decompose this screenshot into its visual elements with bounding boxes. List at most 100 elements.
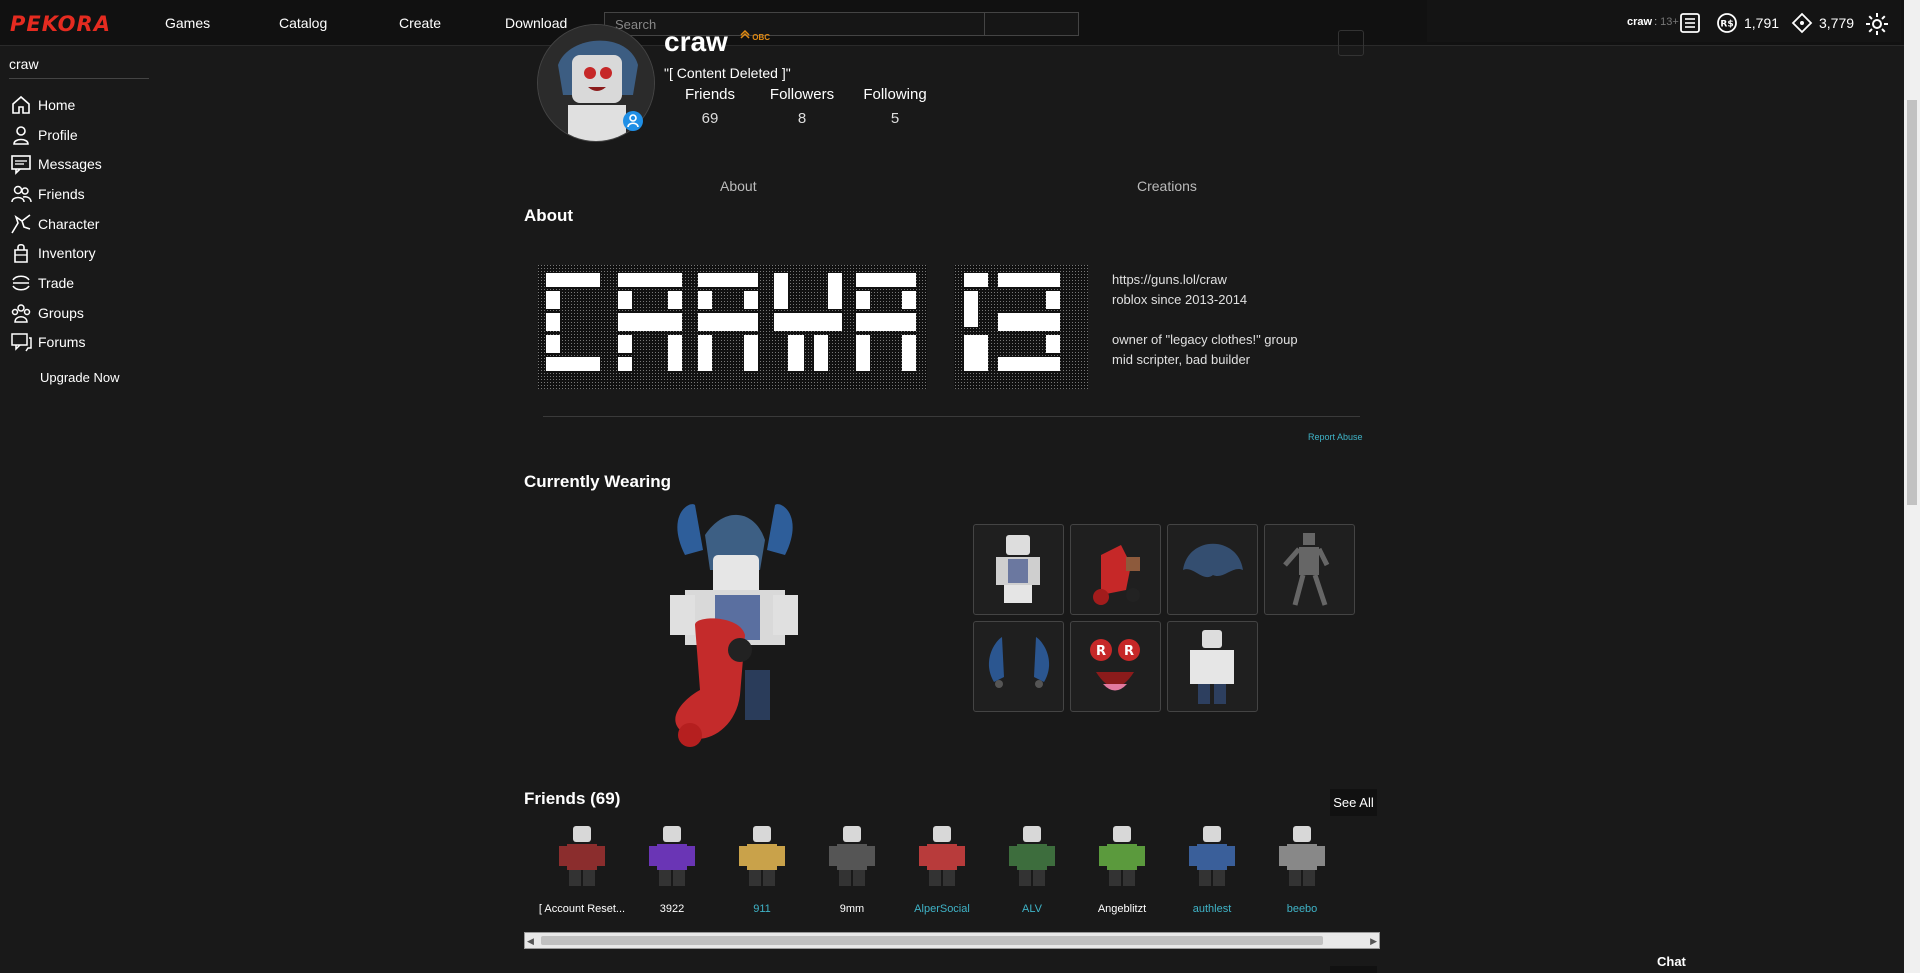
friend-avatar[interactable]	[817, 820, 887, 890]
sidebar-item-inventory[interactable]: Inventory	[10, 242, 96, 264]
svg-text:R$: R$	[1720, 20, 1733, 30]
about-line: roblox since 2013-2014	[1112, 292, 1248, 307]
upgrade-button[interactable]: Upgrade Now	[40, 370, 120, 385]
sidebar-item-label: Friends	[38, 186, 85, 202]
age-label: 13+	[1660, 16, 1679, 28]
next-section-button[interactable]	[1330, 966, 1377, 973]
sidebar-item-trade[interactable]: Trade	[10, 272, 74, 294]
online-status-icon	[622, 110, 644, 137]
friend-card[interactable]: 9mm	[807, 820, 897, 915]
friends-icon	[11, 185, 32, 203]
friend-avatar[interactable]	[997, 820, 1067, 890]
robux-balance[interactable]: R$ 1,791	[1716, 12, 1779, 34]
account-label[interactable]: craw: 13+	[1627, 16, 1679, 28]
friend-card[interactable]: ALV	[987, 820, 1077, 915]
friend-card[interactable]: 3922	[627, 820, 717, 915]
profile-name: craw	[664, 26, 728, 57]
friends-heading: Friends (69)	[524, 789, 621, 808]
scroll-right-icon[interactable]: ▶	[1370, 936, 1377, 947]
nav-download[interactable]: Download	[505, 15, 567, 31]
scroll-left-icon[interactable]: ◀	[527, 936, 534, 947]
page: PEKORA Games Catalog Create Download cra…	[0, 0, 1920, 973]
friend-avatar[interactable]	[1267, 820, 1337, 890]
followers-stat-value[interactable]: 8	[752, 110, 852, 127]
top-navbar: PEKORA Games Catalog Create Download cra…	[0, 0, 1920, 46]
wearing-item-face[interactable]: RR	[1070, 621, 1161, 712]
list-icon[interactable]	[1679, 12, 1701, 39]
scrollbar-thumb[interactable]	[541, 936, 1323, 945]
sidebar-item-label: Profile	[38, 127, 78, 143]
see-all-friends-button[interactable]: See All	[1330, 789, 1377, 816]
friend-avatar[interactable]	[907, 820, 977, 890]
following-stat-value[interactable]: 5	[845, 110, 945, 127]
wearing-item-hair[interactable]	[1167, 524, 1258, 615]
sidebar-item-home[interactable]: Home	[10, 94, 75, 116]
friend-card[interactable]: authlest	[1167, 820, 1257, 915]
friend-card[interactable]: [ Account Reset...	[537, 820, 627, 915]
page-vertical-scrollbar[interactable]	[1904, 0, 1920, 973]
wearing-item-horns[interactable]	[973, 621, 1064, 712]
sidebar-item-forums[interactable]: Forums	[10, 331, 85, 353]
friend-name[interactable]: beebo	[1257, 903, 1347, 915]
tab-about[interactable]: About	[720, 178, 757, 194]
gear-icon[interactable]	[1865, 12, 1889, 41]
friends-stat-value[interactable]: 69	[660, 110, 760, 127]
friend-name[interactable]: 3922	[627, 903, 717, 915]
friend-avatar[interactable]	[637, 820, 707, 890]
tab-creations[interactable]: Creations	[1137, 178, 1197, 194]
about-divider	[543, 416, 1360, 417]
friend-card[interactable]: AlperSocial	[897, 820, 987, 915]
robux-icon: R$	[1717, 13, 1737, 33]
nav-create[interactable]: Create	[399, 15, 441, 31]
friend-avatar[interactable]	[1087, 820, 1157, 890]
friend-card[interactable]: Angeblitzt	[1077, 820, 1167, 915]
nav-catalog[interactable]: Catalog	[279, 15, 327, 31]
friend-card[interactable]: beebo	[1257, 820, 1347, 915]
wearing-item-animation[interactable]	[1264, 524, 1355, 615]
wearing-item-scooter[interactable]	[1070, 524, 1161, 615]
search-input[interactable]	[605, 13, 985, 35]
svg-text:R: R	[1124, 644, 1134, 659]
membership-badge: OBC	[740, 29, 770, 42]
scrollbar-thumb[interactable]	[1907, 100, 1917, 505]
sidebar-item-messages[interactable]: Messages	[10, 153, 102, 175]
sidebar-username[interactable]: craw	[9, 56, 39, 72]
person-icon	[13, 126, 29, 145]
friend-card[interactable]: 911	[717, 820, 807, 915]
friend-avatar[interactable]	[727, 820, 797, 890]
friend-name[interactable]: 9mm	[807, 903, 897, 915]
nav-games[interactable]: Games	[165, 15, 210, 31]
friends-stat-label[interactable]: Friends	[660, 86, 760, 103]
site-logo[interactable]: PEKORA	[10, 12, 111, 36]
tix-balance[interactable]: 3,779	[1791, 12, 1854, 34]
sidebar-item-label: Forums	[38, 334, 86, 350]
friend-avatar[interactable]	[547, 820, 617, 890]
friend-name[interactable]: authlest	[1167, 903, 1257, 915]
friend-avatar[interactable]	[1177, 820, 1247, 890]
tix-amount: 3,779	[1819, 15, 1855, 31]
ascii-art-banner	[538, 265, 1088, 389]
sidebar-item-friends[interactable]: Friends	[10, 183, 85, 205]
wearing-item-pants[interactable]	[1167, 621, 1258, 712]
followers-stat-label[interactable]: Followers	[752, 86, 852, 103]
sidebar-item-groups[interactable]: Groups	[10, 302, 84, 324]
friend-name[interactable]: AlperSocial	[897, 903, 987, 915]
friend-name[interactable]: Angeblitzt	[1077, 903, 1167, 915]
options-button[interactable]	[1338, 30, 1364, 56]
friend-name[interactable]: ALV	[987, 903, 1077, 915]
sidebar-item-profile[interactable]: Profile	[10, 124, 78, 146]
chat-button[interactable]: Chat	[1657, 954, 1686, 969]
report-abuse-link[interactable]: Report Abuse	[1308, 432, 1363, 442]
robux-amount: 1,791	[1744, 15, 1780, 31]
friend-name[interactable]: [ Account Reset...	[537, 903, 627, 915]
profile-status: "[ Content Deleted ]"	[664, 65, 791, 81]
about-description: https://guns.lol/craw roblox since 2013-…	[1112, 270, 1298, 370]
sidebar-item-character[interactable]: Character	[10, 213, 99, 235]
following-stat-label[interactable]: Following	[845, 86, 945, 103]
friend-name[interactable]: 911	[717, 903, 807, 915]
svg-text:R: R	[1096, 644, 1106, 659]
friends-horizontal-scrollbar[interactable]: ◀ ▶	[524, 932, 1380, 949]
wearing-item-shirt[interactable]	[973, 524, 1064, 615]
sidebar-item-label: Groups	[38, 305, 84, 321]
sidebar-item-label: Character	[38, 216, 100, 232]
